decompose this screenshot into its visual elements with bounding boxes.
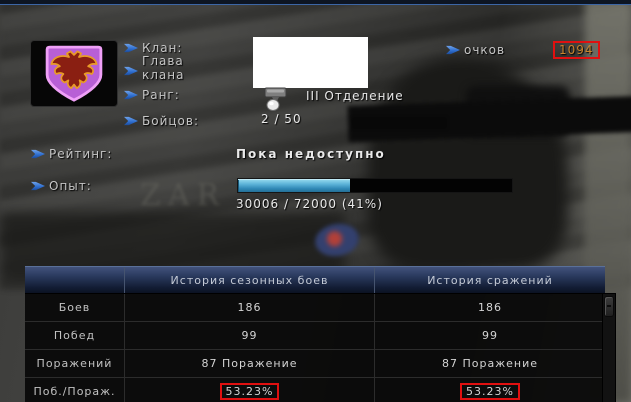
table-header-empty bbox=[25, 267, 125, 293]
rank-label: Ранг: bbox=[142, 88, 180, 102]
table-scrollbar-thumb[interactable] bbox=[604, 296, 614, 317]
experience-label: Опыт: bbox=[49, 179, 92, 193]
table-header-row: История сезонных боев История сражений bbox=[25, 266, 605, 294]
rating-label: Рейтинг: bbox=[49, 147, 113, 161]
ratio-annotation-box: 53.23% bbox=[460, 383, 520, 400]
arrow-icon bbox=[31, 181, 45, 191]
row-label: Поражений bbox=[25, 350, 125, 377]
clan-emblem-shield-icon bbox=[45, 45, 103, 102]
table-row: Боев 186 186 bbox=[25, 294, 605, 322]
fighters-label-field: Бойцов: bbox=[124, 114, 199, 128]
row-overall-value: 99 bbox=[482, 329, 498, 342]
table-row: Побед 99 99 bbox=[25, 322, 605, 350]
points-annotation-box: 1094 bbox=[553, 41, 600, 59]
background-shoulder-patch bbox=[312, 220, 362, 260]
leader-label-line2: клана bbox=[142, 68, 185, 82]
row-seasonal-value: 87 Поражение bbox=[125, 350, 375, 377]
row-overall-value: 53.23% bbox=[375, 378, 605, 402]
clan-name-censored-box bbox=[253, 37, 368, 88]
clan-label: Клан: bbox=[142, 41, 183, 55]
clan-info-screen: ZAR Клан: Глава клана Ранг: Бойцов: Рейт… bbox=[0, 0, 631, 402]
fighters-label: Бойцов: bbox=[142, 114, 199, 128]
row-overall-value: 186 bbox=[478, 301, 502, 314]
table-row: Поражений 87 Поражение 87 Поражение bbox=[25, 350, 605, 378]
row-label: Побед bbox=[25, 322, 125, 349]
rank-label-field: Ранг: bbox=[124, 88, 180, 102]
arrow-icon bbox=[124, 90, 138, 100]
battle-history-table: История сезонных боев История сражений Б… bbox=[25, 266, 605, 402]
fighters-value: 2 / 50 bbox=[261, 112, 302, 126]
arrow-icon bbox=[124, 116, 138, 126]
leader-label-line1: Глава bbox=[142, 54, 184, 68]
table-scrollbar-track[interactable] bbox=[602, 293, 616, 402]
arrow-icon bbox=[124, 66, 138, 76]
arrow-icon bbox=[124, 43, 138, 53]
row-overall-value: 87 Поражение bbox=[441, 357, 538, 370]
leader-label: Глава клана bbox=[142, 54, 184, 82]
rating-value: Пока недоступно bbox=[236, 147, 386, 161]
row-label: Поб./Пораж. bbox=[25, 378, 125, 402]
row-label: Боев bbox=[25, 294, 125, 321]
arrow-icon bbox=[446, 45, 460, 55]
rating-label-field: Рейтинг: bbox=[31, 147, 112, 161]
points-value: 1094 bbox=[553, 41, 600, 59]
rank-value: III Отделение bbox=[306, 89, 404, 103]
clan-emblem bbox=[30, 40, 118, 107]
ratio-annotation-box: 53.23% bbox=[219, 383, 280, 400]
window-top-bar bbox=[0, 0, 631, 5]
clan-label-field: Клан: bbox=[124, 41, 182, 55]
table-row: Поб./Пораж. 53.23% 53.23% bbox=[25, 378, 605, 402]
table-header-seasonal: История сезонных боев bbox=[125, 267, 375, 293]
row-seasonal-value: 53.23% bbox=[125, 378, 375, 402]
background-helmet bbox=[466, 86, 570, 136]
points-label: очков bbox=[464, 43, 506, 57]
experience-label-field: Опыт: bbox=[31, 179, 92, 193]
points-label-field: очков bbox=[446, 43, 505, 57]
background-gun-barrel bbox=[352, 117, 447, 129]
experience-progress-bar bbox=[237, 178, 513, 193]
experience-value: 30006 / 72000 (41%) bbox=[236, 197, 383, 211]
row-seasonal-value: 186 bbox=[125, 294, 375, 321]
table-header-overall: История сражений bbox=[427, 273, 553, 287]
arrow-icon bbox=[31, 149, 45, 159]
experience-progress-fill bbox=[238, 179, 351, 192]
leader-arrow-field bbox=[124, 64, 138, 77]
row-seasonal-value: 99 bbox=[125, 322, 375, 349]
